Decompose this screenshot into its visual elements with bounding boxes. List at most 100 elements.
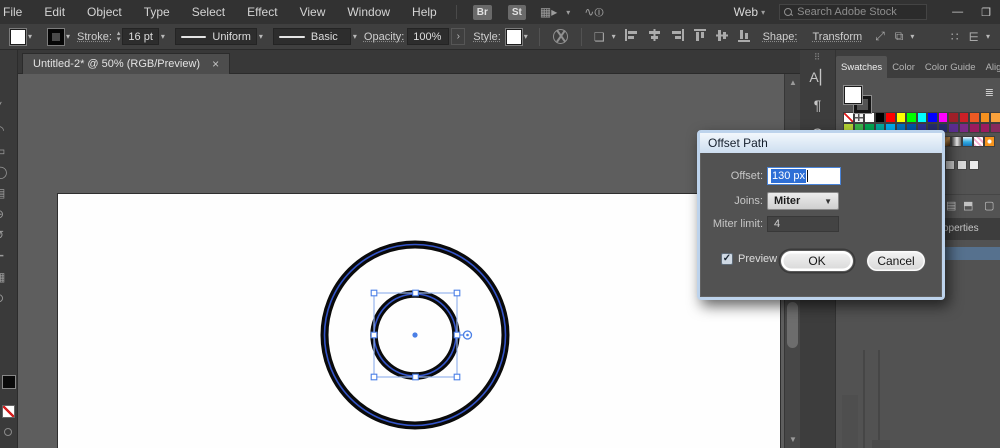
new-color-group-icon[interactable]: ⬒	[963, 199, 973, 212]
handle-mid-left[interactable]	[371, 332, 377, 338]
swatch[interactable]	[990, 123, 1000, 134]
opacity-value[interactable]: 100%	[407, 28, 449, 45]
swatch[interactable]	[885, 112, 896, 123]
chevron-down-icon[interactable]: ▾	[566, 8, 570, 17]
menu-item[interactable]: File	[0, 1, 33, 23]
bridge-button[interactable]: Br	[473, 5, 492, 20]
tool-icon[interactable]: ⊙	[0, 291, 4, 312]
search-input[interactable]	[797, 6, 917, 18]
swatch[interactable]	[957, 160, 967, 170]
none-color-indicator[interactable]	[2, 405, 15, 418]
live-shape-widget[interactable]	[460, 331, 472, 339]
new-swatch-icon[interactable]: ▢	[984, 199, 994, 212]
width-profile-select[interactable]: Uniform	[175, 28, 257, 45]
tool-icon[interactable]: ▭	[0, 144, 5, 165]
swatch[interactable]	[938, 112, 949, 123]
menu-item[interactable]: Select	[181, 1, 236, 23]
swatch[interactable]	[875, 112, 886, 123]
chevron-down-icon[interactable]: ▾	[524, 32, 528, 41]
tool-icon[interactable]: ◯	[0, 165, 7, 186]
swatch[interactable]	[854, 112, 865, 123]
minimize-button[interactable]: —	[943, 6, 972, 18]
chevron-down-icon[interactable]: ▾	[353, 32, 357, 41]
scrollbar-thumb[interactable]	[787, 302, 798, 348]
chevron-down-icon[interactable]: ▾	[986, 32, 990, 41]
center-point[interactable]	[412, 332, 417, 337]
swatch[interactable]	[948, 112, 959, 123]
select-similar-icon[interactable]: ⧉	[895, 29, 904, 44]
swatch[interactable]	[962, 136, 973, 147]
fill-proxy[interactable]	[844, 86, 862, 104]
menu-item[interactable]: View	[289, 1, 337, 23]
cancel-button[interactable]: Cancel	[866, 250, 926, 272]
stroke-weight-value[interactable]: 16 pt	[122, 28, 158, 45]
dialog-title-bar[interactable]: Offset Path	[700, 133, 942, 153]
tab-align[interactable]: Align	[981, 56, 1000, 78]
align-v-center-icon[interactable]	[716, 29, 728, 45]
tool-icon[interactable]: ╱	[0, 102, 1, 123]
shape-label[interactable]: Shape:	[763, 31, 798, 43]
joins-dropdown[interactable]: Miter ▼	[767, 192, 839, 210]
edit-clipping-path-icon[interactable]: ❏	[594, 30, 605, 44]
chevron-down-icon[interactable]: ▾	[28, 32, 32, 41]
miter-limit-input[interactable]: 4	[767, 216, 839, 232]
swatch[interactable]	[945, 160, 955, 170]
menu-item[interactable]: Help	[401, 1, 448, 23]
align-bottom-icon[interactable]	[738, 29, 750, 45]
style-label[interactable]: Style:	[473, 31, 501, 43]
handle-mid-right[interactable]	[454, 332, 460, 338]
character-panel-icon[interactable]: A⎢	[809, 63, 825, 91]
tool-icon[interactable]: ▦	[0, 270, 5, 291]
cc-sync-icon[interactable]: ∿⏼	[584, 5, 604, 20]
tools-panel[interactable]: ▸▹╱◠▭◯▤⊕↺✛▦⊙	[0, 50, 18, 448]
tab-color-guide[interactable]: Color Guide	[920, 56, 981, 78]
paragraph-panel-icon[interactable]: ¶	[814, 91, 822, 119]
swatch[interactable]	[948, 123, 959, 134]
chevron-down-icon[interactable]: ▾	[259, 32, 263, 41]
swatch[interactable]	[959, 123, 970, 134]
align-top-icon[interactable]	[694, 29, 706, 45]
swatch[interactable]	[984, 136, 995, 147]
swatch[interactable]	[959, 112, 970, 123]
dock-grid-icon[interactable]: ∷	[951, 30, 959, 44]
swatch[interactable]	[843, 112, 854, 123]
align-right-icon[interactable]	[671, 29, 684, 44]
dock-grip[interactable]: ⠿	[800, 50, 835, 63]
swatch[interactable]	[906, 112, 917, 123]
menu-item[interactable]: Effect	[236, 1, 288, 23]
swatch[interactable]	[990, 112, 1000, 123]
chevron-down-icon[interactable]: ▾	[161, 32, 165, 41]
swatch[interactable]	[973, 136, 984, 147]
ok-button[interactable]: OK	[780, 250, 854, 272]
stock-search[interactable]	[779, 4, 927, 20]
scroll-up-icon[interactable]: ▲	[789, 78, 797, 87]
chevron-down-icon[interactable]: ▾	[612, 32, 616, 41]
handle-bottom-center[interactable]	[413, 374, 419, 380]
stroke-label[interactable]: Stroke:	[77, 31, 112, 43]
handle-top-right[interactable]	[454, 290, 460, 296]
brush-definition-select[interactable]: Basic	[273, 28, 351, 45]
chevron-down-icon[interactable]: ▾	[910, 32, 914, 41]
tool-icon[interactable]: ▤	[0, 186, 5, 207]
tab-swatches[interactable]: Swatches	[836, 56, 887, 78]
swatch[interactable]	[969, 112, 980, 123]
tool-icon[interactable]: ◠	[0, 123, 4, 144]
menu-item[interactable]: Edit	[33, 1, 76, 23]
swatch-libraries-icon[interactable]: ▤	[946, 199, 956, 212]
workspace-panel-icon[interactable]: ⋿	[969, 30, 979, 44]
align-left-icon[interactable]	[625, 29, 638, 44]
stroke-weight-stepper[interactable]: ▴▾	[117, 31, 121, 43]
color-mode-icon[interactable]	[4, 428, 12, 436]
swatch[interactable]	[896, 112, 907, 123]
handle-bottom-right[interactable]	[454, 374, 460, 380]
swatch[interactable]	[864, 112, 875, 123]
arrange-documents-icon[interactable]: ▦▸	[540, 5, 557, 19]
opacity-label[interactable]: Opacity:	[364, 31, 404, 43]
document-tab[interactable]: Untitled-2* @ 50% (RGB/Preview) ×	[22, 53, 230, 74]
fill-swatch[interactable]	[10, 29, 26, 45]
align-h-center-icon[interactable]	[648, 29, 661, 44]
menu-item[interactable]: Object	[76, 1, 133, 23]
tool-icon[interactable]: ↺	[0, 228, 4, 249]
chevron-down-icon[interactable]: ▾	[66, 32, 70, 41]
swatch[interactable]	[969, 160, 979, 170]
